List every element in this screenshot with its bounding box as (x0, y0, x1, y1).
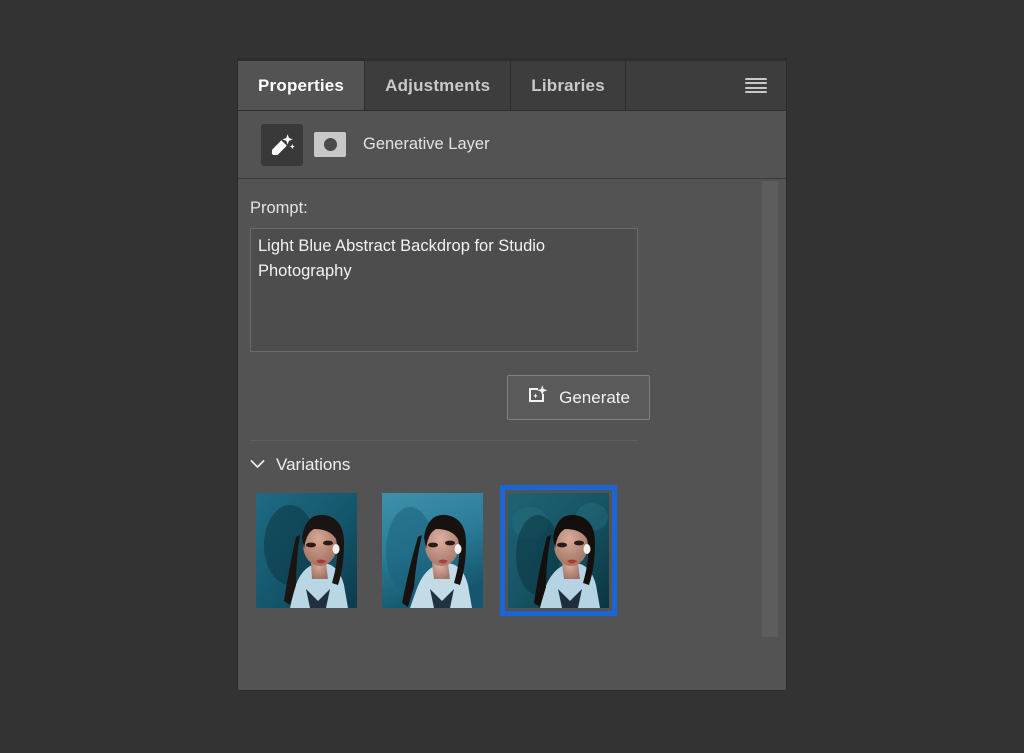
variations-title: Variations (276, 455, 351, 474)
vertical-scrollbar-thumb[interactable] (762, 181, 778, 637)
variation-thumbnail-3[interactable] (500, 485, 617, 616)
tab-bar-empty-area (625, 61, 786, 110)
generate-button-label: Generate (559, 387, 630, 407)
generate-button-row: Generate (250, 375, 650, 420)
panel-scroll-content: Prompt: Generate (238, 179, 757, 690)
variation-thumbnail-2-image (382, 493, 483, 608)
tab-adjustments-label: Adjustments (385, 75, 491, 95)
hamburger-menu-icon[interactable] (745, 77, 767, 94)
prompt-input[interactable] (250, 228, 638, 352)
vertical-scrollbar-track[interactable] (755, 179, 786, 690)
tab-libraries-label: Libraries (531, 75, 605, 95)
variations-section-header[interactable]: Variations (250, 455, 400, 475)
variation-thumbnail-3-image (508, 493, 609, 608)
generate-button[interactable]: Generate (507, 375, 650, 420)
tab-libraries[interactable]: Libraries (511, 61, 626, 110)
tab-properties-label: Properties (258, 75, 345, 95)
tab-adjustments[interactable]: Adjustments (365, 61, 512, 110)
properties-panel: Properties Adjustments Libraries Generat… (237, 58, 787, 691)
layer-name-label: Generative Layer (363, 135, 490, 153)
generative-layer-header: Generative Layer (238, 111, 786, 179)
variations-thumbnail-list (256, 485, 757, 616)
chevron-down-icon[interactable] (250, 456, 265, 474)
layer-mask-thumbnail-icon[interactable] (314, 132, 346, 157)
panel-tab-bar: Properties Adjustments Libraries (238, 61, 786, 111)
tab-properties[interactable]: Properties (238, 61, 366, 110)
panel-body: Prompt: Generate (238, 179, 786, 690)
prompt-label: Prompt: (250, 199, 308, 217)
generate-sparkle-icon (527, 384, 549, 411)
variation-thumbnail-1-image (256, 493, 357, 608)
variation-thumbnail-1[interactable] (256, 493, 357, 608)
section-divider (250, 440, 638, 441)
generative-layer-icon (261, 123, 303, 166)
variation-thumbnail-2[interactable] (382, 493, 483, 608)
